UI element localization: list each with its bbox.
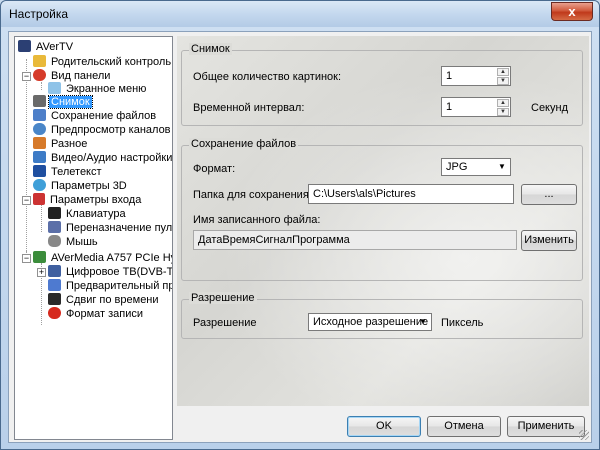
tree-item-input-params[interactable]: Параметры входа xyxy=(33,193,143,208)
interval-value: 1 xyxy=(446,101,453,113)
stepper-down-icon[interactable]: ▼ xyxy=(497,77,509,85)
resolution-value: Исходное разрешение xyxy=(313,316,429,328)
mouse-icon xyxy=(48,235,61,247)
settings-panel: Снимок Общее количество картинок: 1 ▲ ▼ … xyxy=(177,36,589,406)
tree-item-device[interactable]: AVerMedia A757 PCIe Hybric xyxy=(33,251,172,266)
stepper-up-icon[interactable]: ▲ xyxy=(497,68,509,76)
tree-item-misc[interactable]: Разное xyxy=(33,137,89,152)
resolution-select[interactable]: Исходное разрешение ▼ xyxy=(308,313,432,331)
resize-grip-icon[interactable] xyxy=(579,430,589,440)
avertv-icon xyxy=(18,40,31,52)
resolution-label: Разрешение xyxy=(193,317,257,329)
chevron-down-icon: ▼ xyxy=(498,162,506,171)
gear-icon xyxy=(33,137,46,149)
browse-button[interactable]: ... xyxy=(521,184,577,205)
tree-item-snapshot[interactable]: Снимок xyxy=(33,95,93,110)
title-bar[interactable]: Настройка x xyxy=(1,1,599,27)
file-save-group-title: Сохранение файлов xyxy=(189,138,299,150)
snapshot-group: Снимок Общее количество картинок: 1 ▲ ▼ … xyxy=(181,43,583,126)
format-label: Формат: xyxy=(193,163,236,175)
text-icon xyxy=(33,165,46,177)
tuner-card-icon xyxy=(33,251,46,263)
stepper-down-icon[interactable]: ▼ xyxy=(497,108,509,116)
expand-toggle-dvbt[interactable]: + xyxy=(37,268,46,277)
lock-icon xyxy=(33,55,46,67)
tree-item-video-audio[interactable]: Видео/Аудио настройки xyxy=(33,151,172,166)
checklist-icon xyxy=(48,279,61,291)
settings-window: Настройка x AVerTV Родительский контроль… xyxy=(0,0,600,450)
snapshot-group-title: Снимок xyxy=(189,43,232,55)
tree-item-record-format[interactable]: Формат записи xyxy=(48,307,145,322)
input-icon xyxy=(33,193,45,205)
timeshift-icon xyxy=(48,293,61,305)
filename-value: ДатаВремяСигналПрограмма xyxy=(198,234,350,246)
folder-path-input[interactable]: C:\Users\als\Pictures xyxy=(308,184,514,204)
interval-stepper[interactable]: 1 ▲ ▼ xyxy=(441,97,511,117)
tv-icon xyxy=(48,265,61,277)
tools-icon xyxy=(33,151,46,163)
save-icon xyxy=(33,109,46,121)
eye-icon xyxy=(33,123,46,135)
expand-toggle-device[interactable]: − xyxy=(22,254,31,263)
filename-label: Имя записанного файла: xyxy=(193,214,321,226)
picture-count-value: 1 xyxy=(446,70,453,82)
resolution-group: Разрешение Разрешение Исходное разрешени… xyxy=(181,292,583,339)
tree-item-3d[interactable]: Параметры 3D xyxy=(33,179,129,194)
palette-icon xyxy=(33,69,46,81)
cancel-button[interactable]: Отмена xyxy=(427,416,501,437)
tree-item-keyboard[interactable]: Клавиатура xyxy=(48,207,128,222)
record-icon xyxy=(48,307,61,319)
tree-item-avertv[interactable]: AVerTV xyxy=(18,40,75,55)
picture-count-label: Общее количество картинок: xyxy=(193,71,342,83)
osd-icon xyxy=(48,82,61,94)
file-save-group: Сохранение файлов Формат: JPG ▼ Папка дл… xyxy=(181,138,583,281)
folder-label: Папка для сохранения: xyxy=(193,189,312,201)
format-value: JPG xyxy=(446,161,468,173)
interval-unit: Секунд xyxy=(531,102,568,114)
picture-count-stepper[interactable]: 1 ▲ ▼ xyxy=(441,66,511,86)
expand-toggle-input[interactable]: − xyxy=(22,196,31,205)
window-title: Настройка xyxy=(9,7,69,21)
interval-label: Временной интервал: xyxy=(193,102,305,114)
chevron-down-icon: ▼ xyxy=(419,317,427,326)
keyboard-icon xyxy=(48,207,61,219)
camera-icon xyxy=(33,95,46,107)
ok-button[interactable]: OK xyxy=(347,416,421,437)
apply-button[interactable]: Применить xyxy=(507,416,585,437)
expand-toggle-panel[interactable]: − xyxy=(22,72,31,81)
stepper-up-icon[interactable]: ▲ xyxy=(497,99,509,107)
resolution-unit: Пиксель xyxy=(441,317,484,329)
tree-item-teletext[interactable]: Телетекст xyxy=(33,165,104,180)
tree-item-mouse[interactable]: Мышь xyxy=(48,235,100,250)
tree-item-timeshift[interactable]: Сдвиг по времени xyxy=(48,293,161,308)
filename-field: ДатаВремяСигналПрограмма xyxy=(193,230,517,250)
remote-icon xyxy=(48,221,61,233)
tree-item-remote-remap[interactable]: Переназначение пульт xyxy=(48,221,172,236)
dialog-client: AVerTV Родительский контроль − Вид панел… xyxy=(8,31,592,443)
format-select[interactable]: JPG ▼ xyxy=(441,158,511,176)
change-button[interactable]: Изменить xyxy=(521,230,577,251)
3d-icon xyxy=(33,179,46,191)
tree-item-dvbt[interactable]: Цифровое ТВ(DVB-T) xyxy=(48,265,172,280)
tree-item-prerecord[interactable]: Предварительный про xyxy=(48,279,172,294)
settings-tree[interactable]: AVerTV Родительский контроль − Вид панел… xyxy=(14,36,173,440)
tree-item-file-save[interactable]: Сохранение файлов xyxy=(33,109,158,124)
tree-item-parental-control[interactable]: Родительский контроль xyxy=(33,55,172,70)
resolution-group-title: Разрешение xyxy=(189,292,257,304)
close-button[interactable]: x xyxy=(551,2,593,21)
tree-item-channel-preview[interactable]: Предпросмотр каналов xyxy=(33,123,172,138)
folder-path-value: C:\Users\als\Pictures xyxy=(313,188,416,200)
